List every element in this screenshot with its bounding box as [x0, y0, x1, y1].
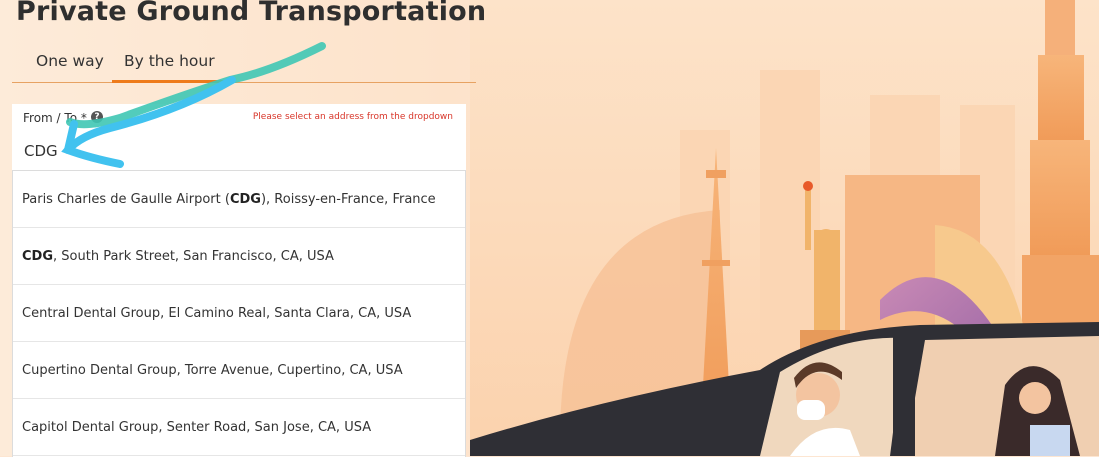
help-icon[interactable]: ? [91, 111, 103, 123]
suggestion-item[interactable]: Capitol Dental Group, Senter Road, San J… [13, 399, 465, 456]
tab-by-the-hour[interactable]: By the hour [112, 46, 227, 83]
suggestion-match: CDG [229, 192, 261, 207]
page-title: Private Ground Transportation [16, 0, 487, 27]
from-to-input[interactable] [22, 138, 326, 164]
suggestion-item[interactable]: Paris Charles de Gaulle Airport (CDG), R… [13, 171, 465, 228]
suggestion-item[interactable]: CDG, South Park Street, San Francisco, C… [13, 228, 465, 285]
suggestion-text: Capitol Dental Group, Senter Road, San J… [22, 420, 372, 435]
suggestion-text: Cupertino Dental Group, Torre Avenue, Cu… [22, 363, 403, 378]
error-message: Please select an address from the dropdo… [252, 112, 453, 122]
suggestion-text: Paris Charles de Gaulle Airport ( [22, 192, 230, 207]
suggestion-text: Central Dental Group, El Camino Real, Sa… [22, 306, 412, 321]
trip-type-tabs: One way By the hour [12, 46, 476, 83]
suggestion-item[interactable]: Cupertino Dental Group, Torre Avenue, Cu… [13, 342, 465, 399]
suggestion-text: , South Park Street, San Francisco, CA, … [53, 249, 334, 264]
suggestion-item[interactable]: Central Dental Group, El Camino Real, Sa… [13, 285, 465, 342]
suggestion-text: ), Roissy-en-France, France [260, 192, 436, 207]
suggestion-match: CDG [22, 249, 54, 264]
from-to-label: From / To * [23, 111, 87, 125]
tab-one-way[interactable]: One way [24, 46, 116, 81]
from-to-field: From / To * ? Please select an address f… [12, 104, 466, 170]
address-suggestions-dropdown: Paris Charles de Gaulle Airport (CDG), R… [12, 170, 466, 457]
